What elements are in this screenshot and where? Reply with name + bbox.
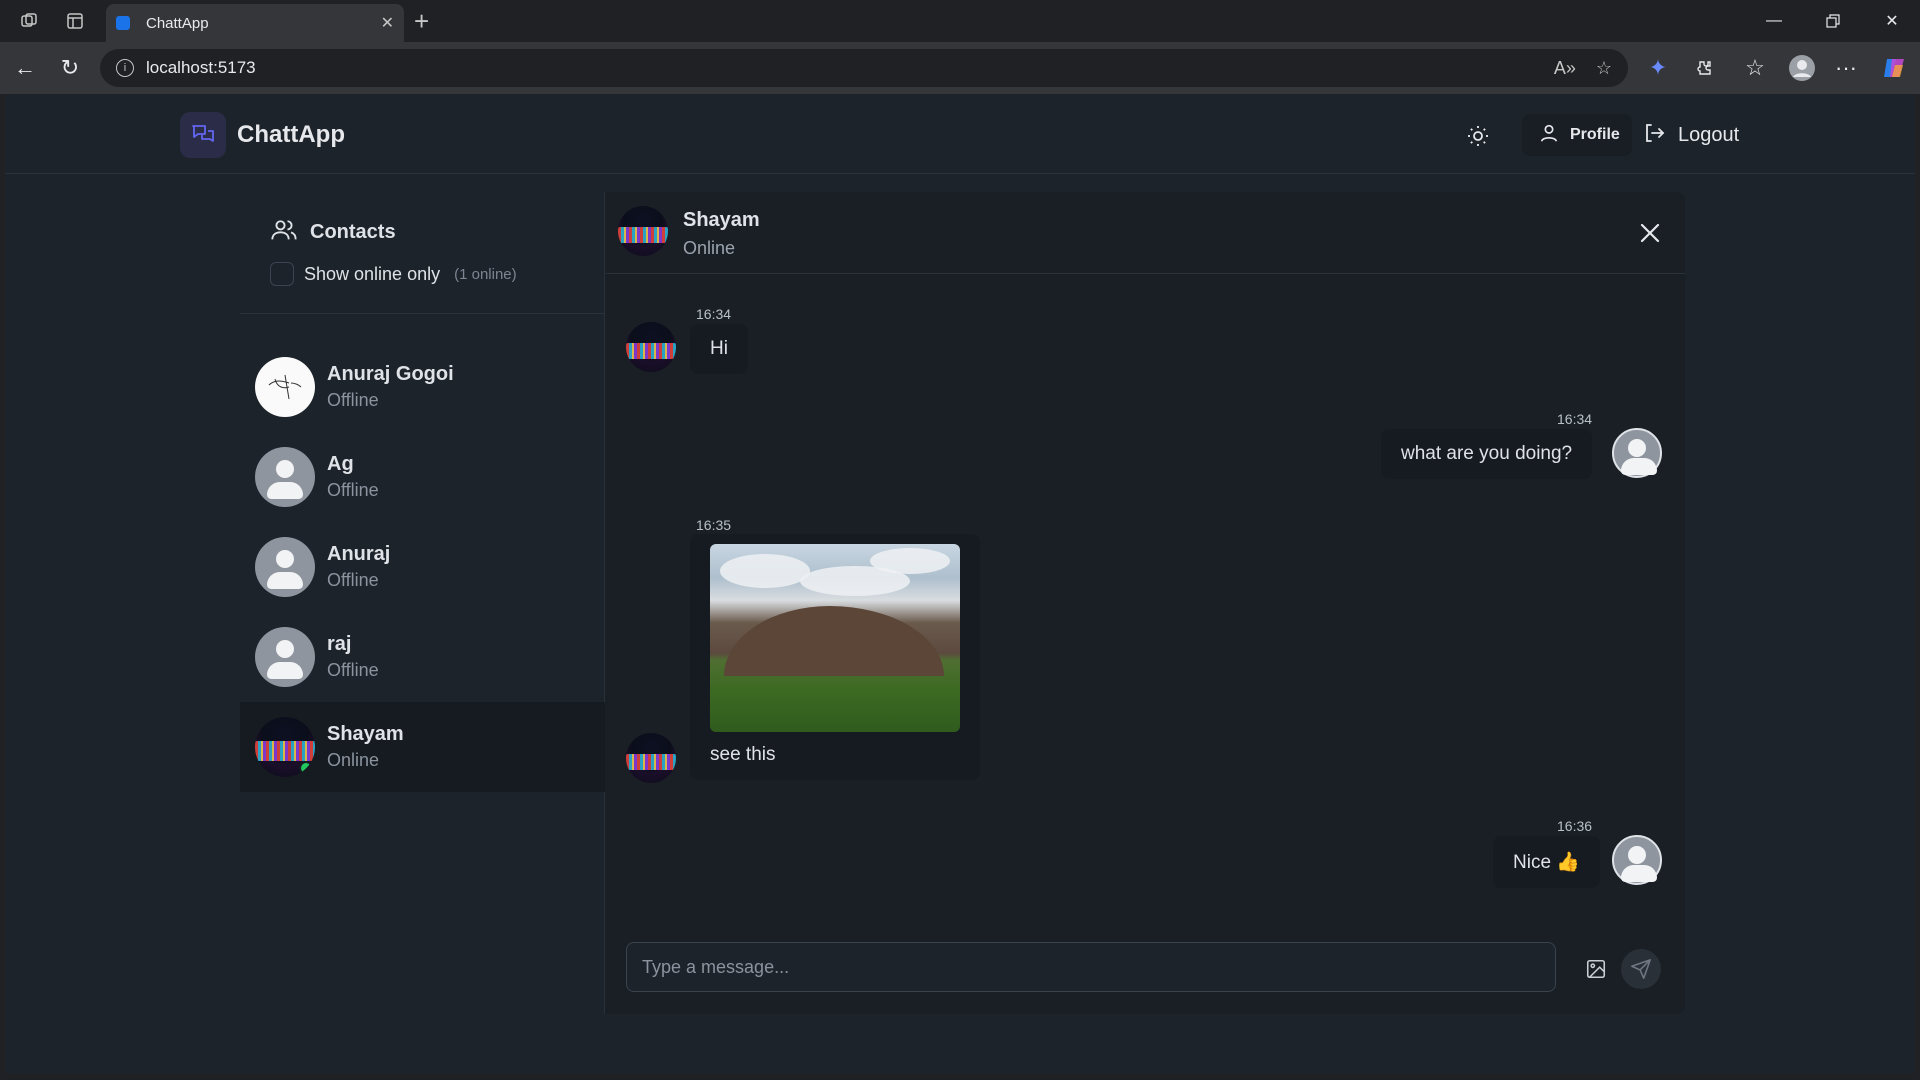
theme-toggle-sun-icon[interactable] <box>1460 118 1496 154</box>
tab-title: ChattApp <box>146 14 209 32</box>
user-icon <box>1538 122 1560 149</box>
online-indicator <box>299 761 313 775</box>
contact-item[interactable]: Anuraj Gogoi Offline <box>240 342 605 432</box>
contact-status: Offline <box>327 660 379 680</box>
extensions-icon[interactable] <box>1690 54 1718 82</box>
tab-favicon-icon <box>116 16 130 30</box>
copilot-sparkle-icon[interactable]: ✦ <box>1644 54 1672 82</box>
message-time: 16:36 <box>1557 818 1593 834</box>
browser-tab[interactable]: ChattApp ✕ <box>106 4 404 42</box>
online-only-checkbox[interactable] <box>270 262 294 286</box>
contacts-title: Contacts <box>270 216 396 249</box>
contacts-sidebar: Contacts Show online only (1 online) Anu… <box>240 192 605 1014</box>
show-online-toggle[interactable]: Show online only (1 online) <box>270 262 517 286</box>
message-time: 16:35 <box>696 517 732 533</box>
message-bubble: Nice 👍 <box>1493 836 1600 888</box>
contact-item[interactable]: Ag Offline <box>240 432 605 522</box>
message-time: 16:34 <box>696 306 732 322</box>
reload-icon[interactable]: ↻ <box>56 54 84 82</box>
logout-button[interactable]: Logout <box>1642 114 1739 156</box>
workspaces-icon[interactable] <box>16 8 42 34</box>
contact-status: Offline <box>327 390 379 410</box>
users-icon <box>270 216 298 249</box>
back-icon[interactable]: ← <box>11 54 39 82</box>
message-time: 16:34 <box>1557 411 1593 427</box>
contact-name: raj <box>327 633 352 655</box>
message-bubble: Hi <box>690 324 748 374</box>
message-bubble-with-image: see this <box>690 534 980 780</box>
contact-avatar <box>255 627 315 687</box>
message-text: see this <box>710 744 776 765</box>
close-chat-icon[interactable] <box>1637 220 1663 246</box>
restore-icon[interactable] <box>1813 8 1853 34</box>
contact-status: Offline <box>327 570 379 590</box>
contact-avatar <box>255 717 315 777</box>
app-viewport: ChattApp Profile Logout Contacts Show on… <box>5 94 1915 1074</box>
app-logo-icon[interactable] <box>180 112 226 158</box>
contact-avatar <box>255 537 315 597</box>
message-avatar <box>626 322 676 372</box>
chat-pane: Shayam Online 16:34 Hi 16:34 what are yo… <box>606 192 1685 1014</box>
online-count: (1 online) <box>454 265 517 283</box>
contact-avatar <box>255 447 315 507</box>
message-input[interactable] <box>626 942 1556 992</box>
send-icon[interactable] <box>1621 949 1661 989</box>
contact-name: Shayam <box>327 723 404 745</box>
omnibox[interactable]: i localhost:5173 A» ☆ <box>100 49 1628 87</box>
contact-item[interactable]: Anuraj Offline <box>240 522 605 612</box>
minimize-icon[interactable]: — <box>1754 8 1794 34</box>
message-avatar <box>626 733 676 783</box>
contact-item-selected[interactable]: Shayam Online <box>240 702 605 792</box>
contact-avatar <box>255 357 315 417</box>
browser-address-bar: ← ↻ i localhost:5173 A» ☆ ✦ ☆ ··· <box>0 42 1920 94</box>
chat-partner-name: Shayam <box>683 209 760 231</box>
browser-profile-icon[interactable] <box>1788 54 1816 82</box>
chat-partner-avatar <box>618 206 668 256</box>
more-options-icon[interactable]: ··· <box>1832 54 1860 82</box>
close-window-icon[interactable]: ✕ <box>1872 8 1912 34</box>
profile-button[interactable]: Profile <box>1522 114 1632 156</box>
browser-tab-bar: ChattApp ✕ + — ✕ <box>0 0 1920 42</box>
message-avatar <box>1612 428 1662 478</box>
favorites-icon[interactable]: ☆ <box>1741 54 1769 82</box>
contact-status: Offline <box>327 480 379 500</box>
chat-container: Contacts Show online only (1 online) Anu… <box>240 192 1685 1014</box>
tab-close-icon[interactable]: ✕ <box>381 13 394 33</box>
url-text: localhost:5173 <box>146 58 256 77</box>
read-aloud-icon[interactable]: A» <box>1554 58 1576 79</box>
vertical-tabs-icon[interactable] <box>62 8 88 34</box>
logout-icon <box>1642 121 1666 150</box>
app-title[interactable]: ChattApp <box>237 121 345 149</box>
copilot-icon[interactable] <box>1880 54 1908 82</box>
chat-partner-status: Online <box>683 238 736 258</box>
profile-label: Profile <box>1570 126 1620 143</box>
message-avatar <box>1612 835 1662 885</box>
contacts-label: Contacts <box>310 221 396 243</box>
contact-name: Ag <box>327 453 354 475</box>
logout-label: Logout <box>1678 123 1740 146</box>
contact-status: Online <box>327 750 380 770</box>
contact-item[interactable]: raj Offline <box>240 612 605 702</box>
contact-name: Anuraj <box>327 543 391 565</box>
online-only-label: Show online only <box>304 263 441 284</box>
new-tab-icon[interactable]: + <box>414 6 429 37</box>
contact-name: Anuraj Gogoi <box>327 363 454 385</box>
favorite-star-icon[interactable]: ☆ <box>1596 58 1612 79</box>
chat-header: Shayam Online <box>606 192 1685 274</box>
message-bubble: what are you doing? <box>1381 429 1593 479</box>
attach-image-icon[interactable] <box>1576 949 1616 989</box>
app-header: ChattApp Profile Logout <box>5 94 1915 174</box>
sidebar-header: Contacts Show online only (1 online) <box>240 192 605 314</box>
site-info-icon[interactable]: i <box>116 59 134 77</box>
message-image[interactable] <box>710 544 960 732</box>
